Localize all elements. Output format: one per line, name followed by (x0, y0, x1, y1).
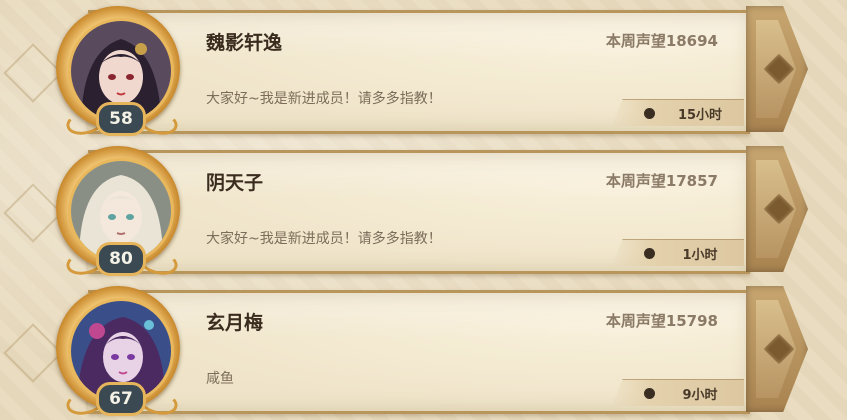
clock-dot-icon (644, 248, 655, 259)
member-list: 58 魏影轩逸 本周声望18694 大家好~我是新进成员！请多多指教！ 15小时 (0, 0, 847, 420)
last-online-tag: 15小时 (612, 99, 744, 126)
member-card[interactable]: 58 魏影轩逸 本周声望18694 大家好~我是新进成员！请多多指教！ 15小时 (0, 0, 847, 140)
last-online-tag: 1小时 (612, 239, 744, 266)
weekly-reputation: 本周声望17857 (605, 172, 718, 190)
last-online-time: 1小时 (682, 248, 718, 263)
clock-dot-icon (644, 108, 655, 119)
member-message: 咸鱼 (206, 371, 234, 387)
level-badge: 58 (96, 102, 146, 136)
member-card[interactable]: 67 玄月梅 本周声望15798 咸鱼 9小时 (0, 280, 847, 420)
member-name: 玄月梅 (206, 312, 264, 334)
member-message: 大家好~我是新进成员！请多多指教！ (206, 91, 442, 107)
last-online-time: 9小时 (682, 388, 718, 403)
member-message: 大家好~我是新进成员！请多多指教！ (206, 231, 442, 247)
avatar-frame[interactable]: 67 (52, 286, 184, 419)
level-badge: 80 (96, 242, 146, 276)
last-online-time: 15小时 (677, 108, 723, 123)
last-online-tag: 9小时 (612, 379, 744, 406)
weekly-reputation: 本周声望15798 (605, 312, 718, 330)
level-badge: 67 (96, 382, 146, 416)
member-name: 魏影轩逸 (206, 32, 283, 54)
member-name: 阴天子 (206, 172, 264, 194)
avatar-frame[interactable]: 58 (52, 6, 184, 139)
avatar-frame[interactable]: 80 (52, 146, 184, 279)
clock-dot-icon (644, 388, 655, 399)
member-card[interactable]: 80 阴天子 本周声望17857 大家好~我是新进成员！请多多指教！ 1小时 (0, 140, 847, 280)
weekly-reputation: 本周声望18694 (605, 32, 718, 50)
